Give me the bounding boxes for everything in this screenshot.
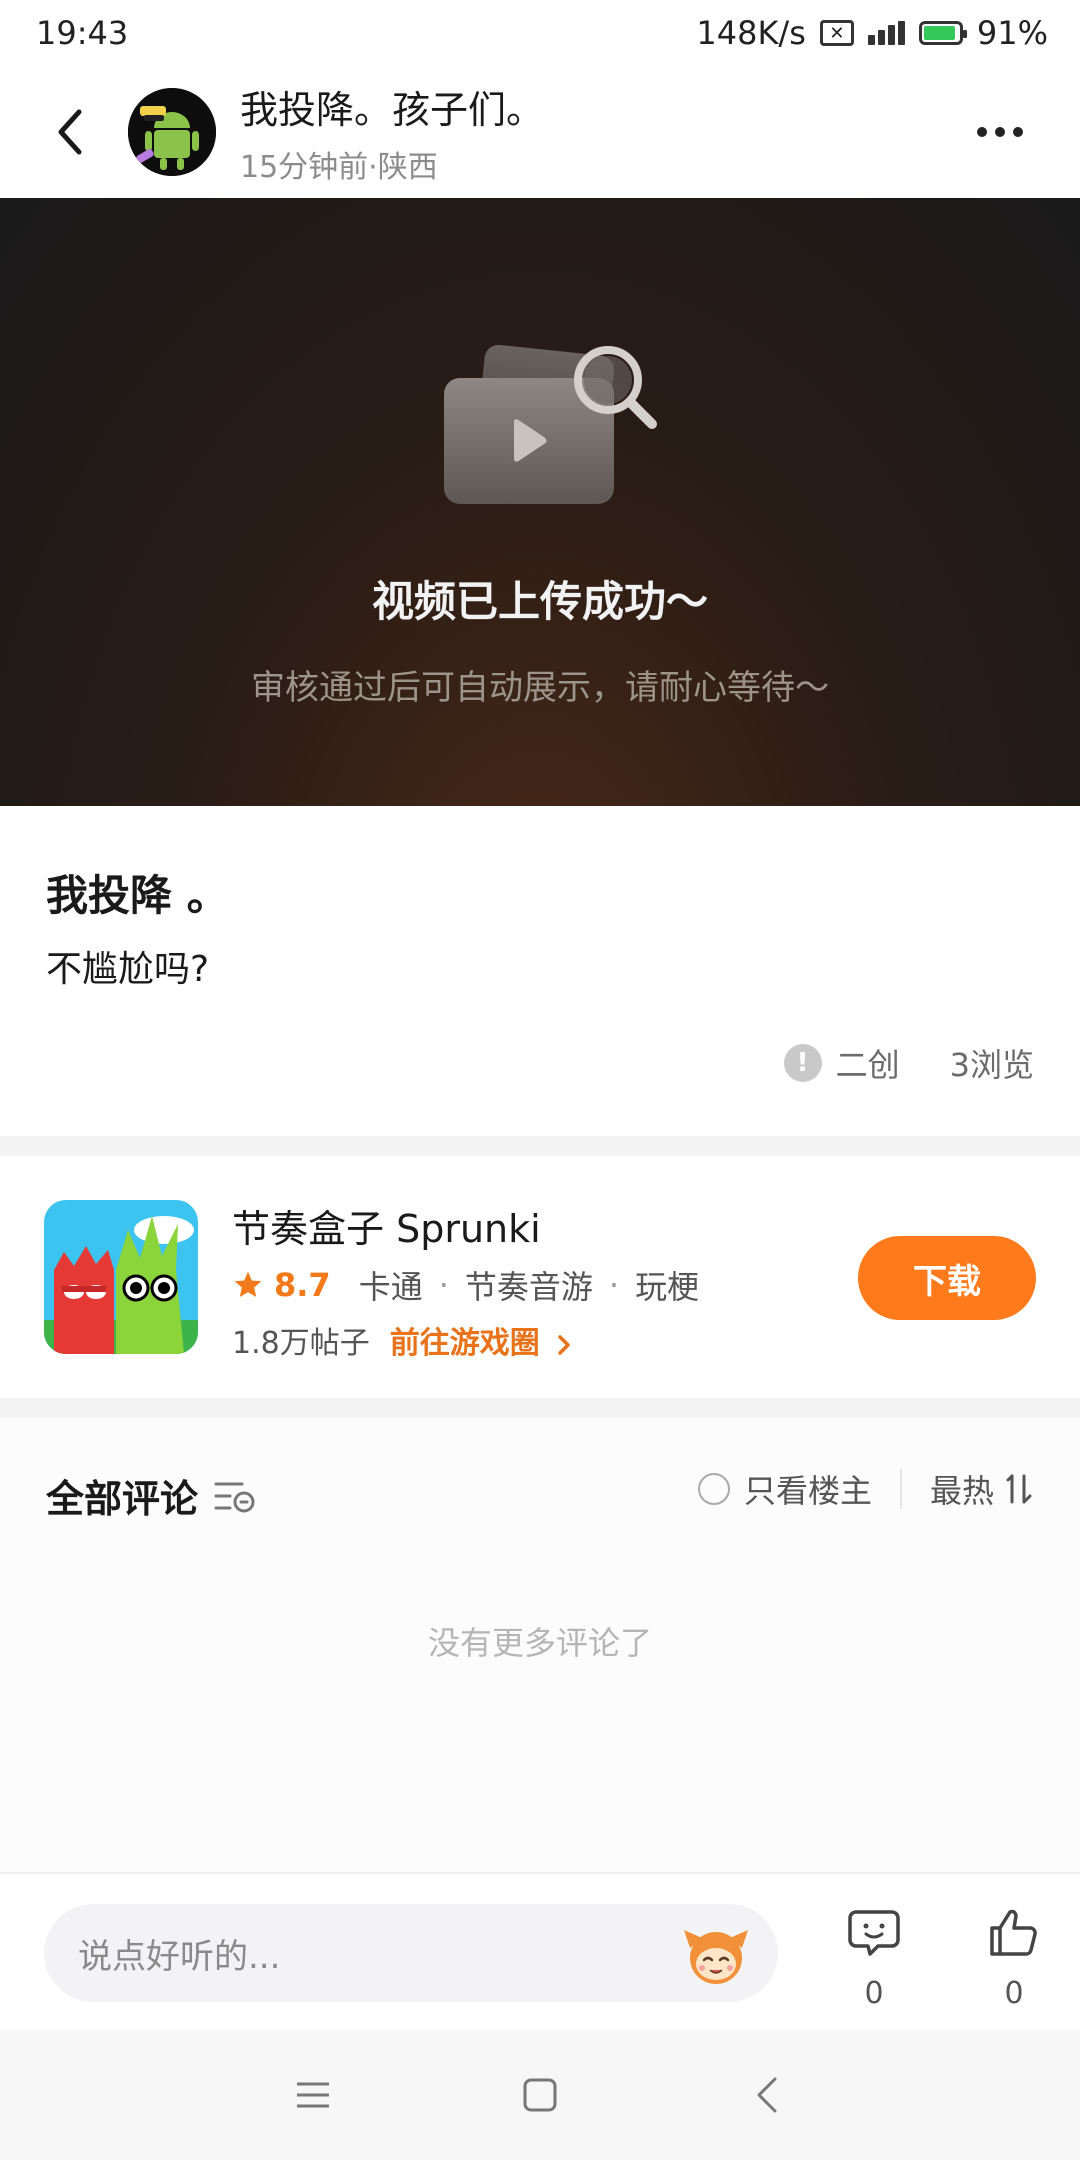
nav-menu-button[interactable]: [283, 2065, 343, 2125]
game-tag-3: 玩梗: [635, 1268, 700, 1306]
post-page: 19:43 148K/s ✕ 91% 我投降。孩子们。 15分钟前·陕西 视频已…: [0, 0, 1080, 2160]
chevron-left-icon: [58, 109, 82, 155]
review-pending-text: 审核通过后可自动展示，请耐心等待～: [251, 668, 829, 708]
filter-icon[interactable]: [212, 1476, 258, 1516]
android-robot-icon: [128, 88, 216, 176]
comments-header: 全部评论: [46, 1468, 258, 1523]
more-dots-icon: [977, 127, 987, 137]
comment-bubble-icon: [848, 1910, 900, 1956]
signal-icon: [867, 21, 905, 45]
section-divider: [0, 1398, 1080, 1418]
post-header-title: 我投降。孩子们。: [240, 87, 545, 132]
battery-level: 91%: [976, 14, 1048, 52]
post-body: 不尴尬吗?: [46, 949, 210, 990]
video-review-icon: [444, 344, 657, 504]
game-posts-row: 1.8万帖子 前往游戏圈: [232, 1318, 572, 1362]
back-button[interactable]: [40, 102, 100, 162]
game-card[interactable]: 节奏盒子 Sprunki 8.7 卡通 · 节奏音游 · 玩梗 1.8万帖子 前…: [0, 1156, 1080, 1398]
post-content: 我投降 。 不尴尬吗? ! 二创 3浏览: [0, 806, 1080, 1136]
upload-success-title: 视频已上传成功～: [371, 577, 708, 626]
post-header: 我投降。孩子们。 15分钟前·陕西: [0, 66, 1080, 198]
comments-tools: 只看楼主 最热: [697, 1466, 1034, 1512]
status-time: 19:43: [36, 14, 129, 52]
view-count: 3浏览: [949, 1046, 1034, 1084]
status-bar: 19:43 148K/s ✕ 91%: [0, 0, 1080, 66]
derivative-tag[interactable]: 二创: [836, 1040, 900, 1086]
system-nav-bar: [0, 2030, 1080, 2160]
comment-count: 0: [864, 1976, 884, 2011]
game-rating: 8.7: [274, 1266, 331, 1304]
nav-home-button[interactable]: [510, 2065, 570, 2125]
game-name[interactable]: 节奏盒子 Sprunki: [232, 1198, 541, 1253]
game-post-count: 1.8万帖子: [232, 1326, 370, 1361]
sprunki-game-icon: [44, 1200, 198, 1354]
comment-input[interactable]: 说点好听的...: [44, 1904, 778, 2002]
status-icons: 148K/s ✕ 91%: [696, 14, 1048, 52]
post-meta: ! 二创 3浏览: [783, 1040, 1034, 1086]
like-action[interactable]: 0: [974, 1904, 1054, 2011]
post-time-location: 15分钟前·陕西: [240, 149, 438, 185]
star-icon: [234, 1271, 262, 1297]
menu-icon: [297, 2082, 330, 2108]
nav-back-icon: [757, 2077, 777, 2113]
like-count: 0: [1004, 1976, 1024, 2011]
no-sim-icon: ✕: [819, 20, 854, 46]
more-options-button[interactable]: [960, 102, 1040, 162]
section-divider: [0, 1136, 1080, 1156]
home-square-icon: [523, 2078, 557, 2112]
only-owner-label[interactable]: 只看楼主: [744, 1466, 872, 1512]
comments-section: 全部评论 只看楼主 最热 没有更多评论了: [0, 1418, 1080, 1872]
nav-back-button[interactable]: [737, 2065, 797, 2125]
emoji-mascot-icon[interactable]: [680, 1918, 752, 1990]
post-title: 我投降 。: [46, 871, 229, 920]
game-tag-2: 节奏音游: [464, 1268, 593, 1306]
game-icon[interactable]: [44, 1200, 198, 1354]
battery-icon: [918, 21, 967, 45]
thumbs-up-icon: [990, 1909, 1037, 1956]
download-button[interactable]: 下载: [858, 1236, 1036, 1320]
sort-button[interactable]: 最热: [930, 1466, 1034, 1512]
tools-divider: [899, 1469, 902, 1509]
comment-action[interactable]: 0: [834, 1904, 914, 2011]
only-owner-radio[interactable]: [697, 1473, 730, 1505]
goto-game-circle-label: 前往游戏圈: [389, 1326, 540, 1361]
all-comments-title: 全部评论: [46, 1477, 199, 1521]
goto-game-circle-link[interactable]: 前往游戏圈: [390, 1318, 572, 1362]
author-avatar[interactable]: [128, 88, 216, 176]
game-tags: 8.7 卡通 · 节奏音游 · 玩梗: [232, 1262, 699, 1308]
exclamation-icon[interactable]: !: [783, 1044, 822, 1082]
no-more-comments: 没有更多评论了: [427, 1624, 652, 1662]
video-placeholder: 视频已上传成功～ 审核通过后可自动展示，请耐心等待～: [0, 198, 1080, 806]
comment-input-placeholder: 说点好听的...: [78, 1936, 281, 1977]
sort-icon: [1006, 1474, 1032, 1504]
chevron-right-icon: [558, 1334, 570, 1355]
comment-input-bar: 说点好听的... 0 0: [0, 1872, 1080, 2030]
sort-label: 最热: [929, 1472, 994, 1510]
game-tag-1: 卡通: [358, 1268, 423, 1306]
network-speed: 148K/s: [696, 14, 806, 52]
header-text: 我投降。孩子们。 15分钟前·陕西: [240, 79, 960, 186]
